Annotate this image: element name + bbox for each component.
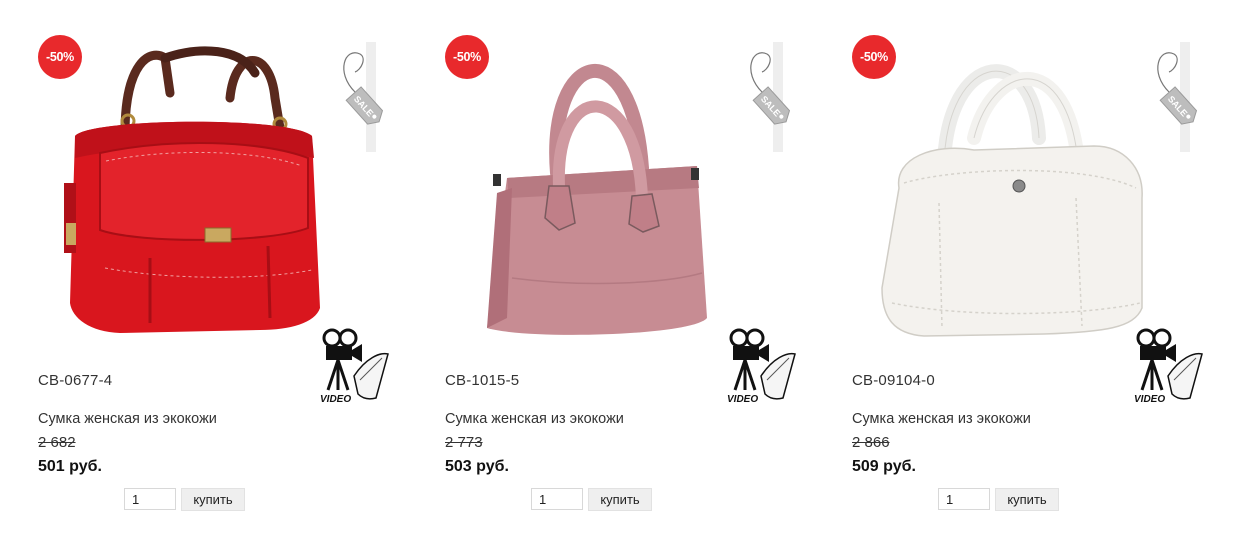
old-price: 2 773 — [445, 434, 483, 451]
current-price: 501 руб. — [38, 458, 102, 475]
discount-badge: -50% — [852, 35, 896, 79]
product-sku: СВ-0677-4 — [38, 372, 113, 389]
product-name[interactable]: Сумка женская из экокожи — [38, 411, 217, 427]
product-image — [881, 64, 1143, 337]
video-icon[interactable]: VIDEO — [318, 328, 392, 406]
product-image-link[interactable] — [437, 18, 782, 363]
sale-tag-icon: SALE — [750, 42, 791, 152]
product-card: -50% SALE VIDEO СВ-1015-5 Сумка женская … — [407, 0, 807, 533]
product-name[interactable]: Сумка женская из экокожи — [852, 411, 1031, 427]
product-image — [64, 46, 320, 333]
product-sku: СВ-1015-5 — [445, 372, 520, 389]
video-label: VIDEO — [320, 394, 351, 405]
buy-button[interactable]: купить — [995, 488, 1059, 511]
current-price: 509 руб. — [852, 458, 916, 475]
sale-tag-icon: SALE — [1157, 42, 1198, 152]
buy-button[interactable]: купить — [588, 488, 652, 511]
buy-button[interactable]: купить — [181, 488, 245, 511]
current-price: 503 руб. — [445, 458, 509, 475]
video-label: VIDEO — [727, 394, 758, 405]
product-sku: СВ-09104-0 — [852, 372, 935, 389]
old-price: 2 866 — [852, 434, 890, 451]
product-image — [487, 63, 707, 335]
sale-tag-icon: SALE — [343, 42, 384, 152]
product-card: -50% SALE VIDEO СВ-09104-0 Сумка женская… — [814, 0, 1214, 533]
discount-badge: -50% — [445, 35, 489, 79]
video-label: VIDEO — [1134, 394, 1165, 405]
video-icon[interactable]: VIDEO — [725, 328, 799, 406]
product-name[interactable]: Сумка женская из экокожи — [445, 411, 624, 427]
discount-badge: -50% — [38, 35, 82, 79]
product-image-link[interactable] — [30, 18, 375, 363]
product-image-link[interactable] — [844, 18, 1189, 363]
video-icon[interactable]: VIDEO — [1132, 328, 1206, 406]
old-price: 2 682 — [38, 434, 76, 451]
quantity-input[interactable] — [124, 488, 176, 510]
quantity-input[interactable] — [531, 488, 583, 510]
product-card: -50% SALE VIDEO СВ-0677-4 Сумка женская … — [0, 0, 400, 533]
quantity-input[interactable] — [938, 488, 990, 510]
